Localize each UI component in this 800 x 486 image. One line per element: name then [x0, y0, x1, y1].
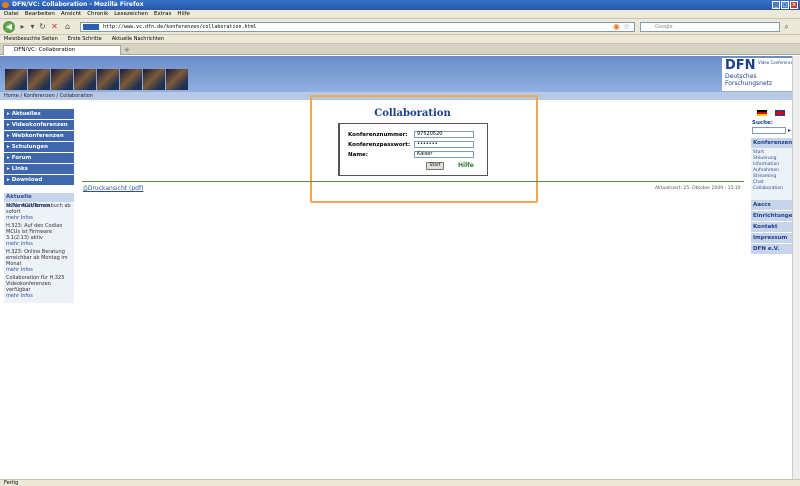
bookmark-item[interactable]: Erste Schritte	[68, 35, 102, 43]
news-more-link[interactable]: mehr Infos	[6, 215, 72, 221]
sidebar-item-einrichtungen[interactable]: Einrichtungen	[751, 211, 797, 221]
list-item: Collaboration für H.323 Videokonferenzen…	[4, 274, 74, 300]
menu-chronik[interactable]: Chronik	[87, 10, 108, 18]
status-text: Fertig	[4, 480, 19, 486]
logo-subtext: Video Conference	[758, 60, 794, 65]
search-label: Suche:	[752, 120, 773, 126]
submenu-streaming[interactable]: Streaming	[753, 174, 776, 180]
site-search-input[interactable]	[752, 127, 786, 134]
sidebar-item-download[interactable]: Download	[4, 175, 74, 185]
stop-icon[interactable]: ✕	[50, 22, 59, 32]
dfn-logo[interactable]: DFN Video Conference Deutsches Forschung…	[722, 58, 797, 91]
close-icon[interactable]: ×	[790, 1, 798, 9]
news-more-link[interactable]: mehr Infos	[6, 293, 72, 299]
sidebar-item-webkonferenzen[interactable]: Webkonferenzen	[4, 131, 74, 141]
menu-ansicht[interactable]: Ansicht	[61, 10, 81, 18]
news-more-link[interactable]: mehr Infos	[6, 267, 72, 273]
search-go-icon[interactable]: ▸	[788, 127, 791, 134]
submenu-start[interactable]: Start	[753, 150, 764, 156]
sidebar-item-konferenzen[interactable]: Konferenzen	[751, 138, 797, 148]
sidebar-item-kontakt[interactable]: Kontakt	[751, 222, 797, 232]
highlight-box	[310, 95, 538, 203]
news-title: Aktuelle Informationen	[4, 193, 74, 209]
sidebar-item-impressum[interactable]: Impressum	[751, 233, 797, 243]
bookmark-star-icon[interactable]: ☆	[622, 22, 631, 32]
sidebar-item-aaccs[interactable]: Aaccs	[751, 200, 797, 210]
status-bar: Fertig	[0, 479, 800, 486]
window-titlebar: DFN/VC: Collaboration - Mozilla Firefox …	[0, 0, 800, 10]
search-icon[interactable]: ⌕	[782, 22, 791, 32]
url-text: http://www.vc.dfn.de/konferenzen/collabo…	[103, 24, 257, 30]
sidebar-item-videokonferenzen[interactable]: Videokonferenzen	[4, 120, 74, 130]
home-icon[interactable]: ⌂	[63, 22, 72, 32]
list-item: H.323: Online Beratung erreichbar ab Mon…	[4, 248, 74, 274]
firefox-icon	[2, 2, 9, 8]
submenu-steuerung[interactable]: Steuerung	[753, 156, 776, 162]
submenu-chat[interactable]: Chat	[753, 180, 764, 186]
sidebar-item-links[interactable]: Links	[4, 164, 74, 174]
sidebar-item-schulungen[interactable]: Schulungen	[4, 142, 74, 152]
list-item: H.323: Auf den Codian MCUs ist Firmware …	[4, 222, 74, 248]
back-button[interactable]: ◀	[3, 21, 15, 33]
sidebar-item-dfn-ev[interactable]: DFN e.V.	[751, 244, 797, 254]
news-text: Collaboration für H.323 Videokonferenzen…	[6, 275, 65, 293]
new-tab-icon[interactable]: +	[124, 46, 132, 54]
dropdown-icon[interactable]: ▾	[28, 22, 37, 32]
breadcrumb-text[interactable]: Home / Konferenzen / Collaboration	[4, 93, 93, 99]
site-favicon	[83, 24, 99, 30]
updated-timestamp: Aktualisiert: 25. Oktober 2009 - 15:10	[655, 186, 741, 191]
menu-bearbeiten[interactable]: Bearbeiten	[25, 10, 55, 18]
news-text: H.323: Online Beratung erreichbar ab Mon…	[6, 249, 68, 267]
menu-datei[interactable]: Datei	[4, 10, 19, 18]
content-divider	[82, 181, 744, 182]
menu-lesezeichen[interactable]: Lesezeichen	[114, 10, 148, 18]
submenu-collaboration[interactable]: Collaboration	[753, 186, 783, 192]
english-flag-icon[interactable]	[775, 110, 785, 116]
minimize-icon[interactable]: _	[772, 1, 780, 9]
menu-bar: Datei Bearbeiten Ansicht Chronik Lesezei…	[0, 10, 800, 19]
menu-extras[interactable]: Extras	[154, 10, 171, 18]
logo-line2: Forschungsnetz	[725, 80, 773, 87]
print-link-text: Druckansicht (pdf)	[87, 185, 144, 192]
forward-icon[interactable]: ▸	[18, 22, 27, 32]
left-sidebar: Aktuelles Videokonferenzen Webkonferenze…	[4, 109, 74, 186]
logo-line1: Deutsches	[725, 73, 757, 80]
bookmark-item[interactable]: Meistbesuchte Seiten	[4, 35, 58, 43]
header-photo-strip	[5, 69, 188, 90]
print-pdf-link[interactable]: ⎙Druckansicht (pdf)	[83, 185, 143, 193]
news-box: Aktuelle Informationen MCUs ACU/Terminbu…	[4, 193, 74, 303]
tab-collaboration[interactable]: DFN/VC: Collaboration	[3, 45, 121, 55]
rss-icon[interactable]: ◉	[612, 22, 621, 32]
language-flags	[757, 110, 785, 116]
tab-label: DFN/VC: Collaboration	[14, 47, 76, 53]
submenu-information[interactable]: Information	[753, 162, 779, 168]
window-controls: _ □ ×	[772, 1, 798, 9]
sidebar-item-aktuelles[interactable]: Aktuelles	[4, 109, 74, 119]
submenu-aufnahmen[interactable]: Aufnahmen	[753, 168, 779, 174]
search-input[interactable]: Google	[640, 22, 780, 32]
menu-hilfe[interactable]: Hilfe	[177, 10, 190, 18]
window-title: DFN/VC: Collaboration - Mozilla Firefox	[12, 1, 144, 8]
vertical-scrollbar[interactable]	[792, 56, 800, 479]
list-item: MCUs ACU/Terminbuch ab sofort mehr Infos	[4, 202, 74, 222]
bookmark-item[interactable]: Aktuelle Nachrichten	[112, 35, 164, 43]
search-placeholder: Google	[655, 24, 673, 30]
news-more-link[interactable]: mehr Infos	[6, 241, 72, 247]
reload-icon[interactable]: ↻	[38, 22, 47, 32]
maximize-icon[interactable]: □	[781, 1, 789, 9]
bookmarks-bar: Meistbesuchte Seiten Erste Schritte Aktu…	[0, 35, 800, 44]
sidebar-item-forum[interactable]: Forum	[4, 153, 74, 163]
url-input[interactable]: http://www.vc.dfn.de/konferenzen/collabo…	[80, 22, 635, 32]
news-text: H.323: Auf den Codian MCUs ist Firmware …	[6, 223, 63, 241]
german-flag-icon[interactable]	[757, 110, 767, 116]
